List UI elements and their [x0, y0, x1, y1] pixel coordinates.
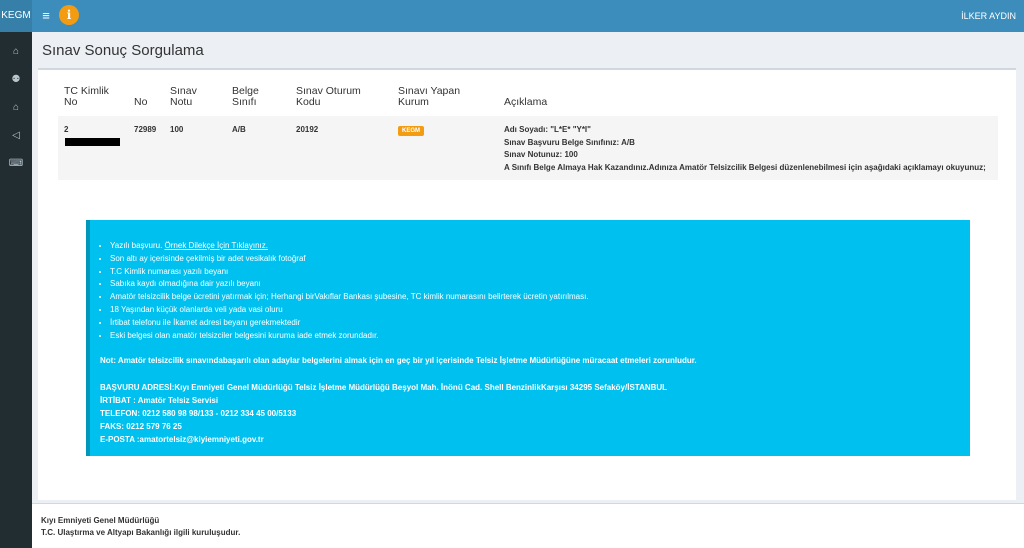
col-score: Sınav Notu: [170, 85, 197, 108]
contact-line: İRTİBAT : Amatör Telsiz Servisi: [100, 396, 219, 406]
cell-score: 100: [164, 116, 226, 180]
redaction-mask: [65, 138, 120, 147]
footer-line-2: T.C. Ulaştırma ve Altyapı Bakanlığı ilgi…: [41, 528, 241, 537]
phone-line: TELEFON: 0212 580 98 98/133 - 0212 334 4…: [100, 409, 297, 419]
list-item: Eski belgesi olan amatör telsizciler bel…: [110, 330, 960, 343]
home-icon[interactable]: ⌂: [0, 38, 32, 66]
note-text: Not: Amatör telsizcilik sınavındabaşarıl…: [100, 356, 697, 366]
table-header-row: TC Kimlik No No Sınav Notu Belge Sınıfı …: [58, 84, 998, 116]
cell-no: 72989: [128, 116, 164, 180]
cell-tc: 2: [58, 116, 128, 180]
top-navbar: KEGM ≡ i İLKER AYDIN: [0, 0, 1024, 32]
list-item: 18 Yaşından küçük olanlarda veli yada va…: [110, 304, 960, 317]
col-description: Açıklama: [504, 96, 548, 108]
sidebar: ⌂ ⚉ ⌂ ◁ ⌨: [0, 32, 32, 548]
list-item: Son altı ay içerisinde çekilmiş bir adet…: [110, 253, 960, 266]
volume-icon[interactable]: ◁: [0, 122, 32, 150]
requirements-callout: Yazılı başvuru. Örnek Dilekçe İçin Tıkla…: [86, 220, 970, 456]
col-session: Sınav Oturum Kodu: [296, 85, 361, 108]
col-tc: TC Kimlik No: [64, 85, 109, 108]
list-item: T.C Kimlik numarası yazılı beyanı: [110, 266, 960, 279]
keyboard-icon[interactable]: ⌨: [0, 150, 32, 178]
sample-petition-link[interactable]: Örnek Dilekçe İçin Tıklayınız.: [165, 241, 268, 250]
address-line: BAŞVURU ADRESİ:Kıyı Emniyeti Genel Müdür…: [100, 383, 668, 393]
page-title: Sınav Sonuç Sorgulama: [42, 42, 204, 59]
results-table: TC Kimlik No No Sınav Notu Belge Sınıfı …: [58, 84, 998, 180]
list-item: Amatör telsizcilik belge ücretini yatırm…: [110, 291, 960, 304]
footer-line-1: Kıyı Emniyeti Genel Müdürlüğü: [41, 516, 160, 525]
results-box: TC Kimlik No No Sınav Notu Belge Sınıfı …: [38, 68, 1016, 500]
footer: Kıyı Emniyeti Genel Müdürlüğü T.C. Ulaşt…: [32, 503, 1024, 548]
table-row: 2 72989 100 A/B 20192 KEGM Adı Soyadı: "…: [58, 116, 998, 180]
col-class: Belge Sınıfı: [232, 85, 259, 108]
info-icon[interactable]: i: [59, 5, 79, 25]
hamburger-menu-icon[interactable]: ≡: [39, 8, 53, 24]
list-item: Yazılı başvuru. Örnek Dilekçe İçin Tıkla…: [110, 240, 960, 253]
user-menu[interactable]: İLKER AYDIN: [961, 0, 1016, 32]
col-institution: Sınavı Yapan Kurum: [398, 85, 461, 108]
users-icon[interactable]: ⚉: [0, 66, 32, 94]
brand-logo[interactable]: KEGM: [0, 0, 32, 32]
list-item: Sabıka kaydı olmadığına dair yazılı beya…: [110, 278, 960, 291]
list-item: İrtibat telefonu ile İkamet adresi beyan…: [110, 317, 960, 330]
requirements-list: Yazılı başvuru. Örnek Dilekçe İçin Tıkla…: [110, 240, 960, 342]
col-no: No: [134, 96, 148, 108]
institution-badge: KEGM: [398, 126, 424, 136]
cell-description: Adı Soyadı: "L*E* "Y*I" Sınav Başvuru Be…: [498, 116, 998, 180]
cell-session: 20192: [290, 116, 392, 180]
email-line: E-POSTA :amatortelsiz@kiyiemniyeti.gov.t…: [100, 435, 264, 445]
fax-line: FAKS: 0212 579 76 25: [100, 422, 182, 432]
cell-institution: KEGM: [392, 116, 498, 180]
contact-info: BAŞVURU ADRESİ:Kıyı Emniyeti Genel Müdür…: [100, 381, 960, 446]
cell-class: A/B: [226, 116, 290, 180]
content-header: Sınav Sonuç Sorgulama: [32, 32, 1024, 66]
institution-icon[interactable]: ⌂: [0, 94, 32, 122]
